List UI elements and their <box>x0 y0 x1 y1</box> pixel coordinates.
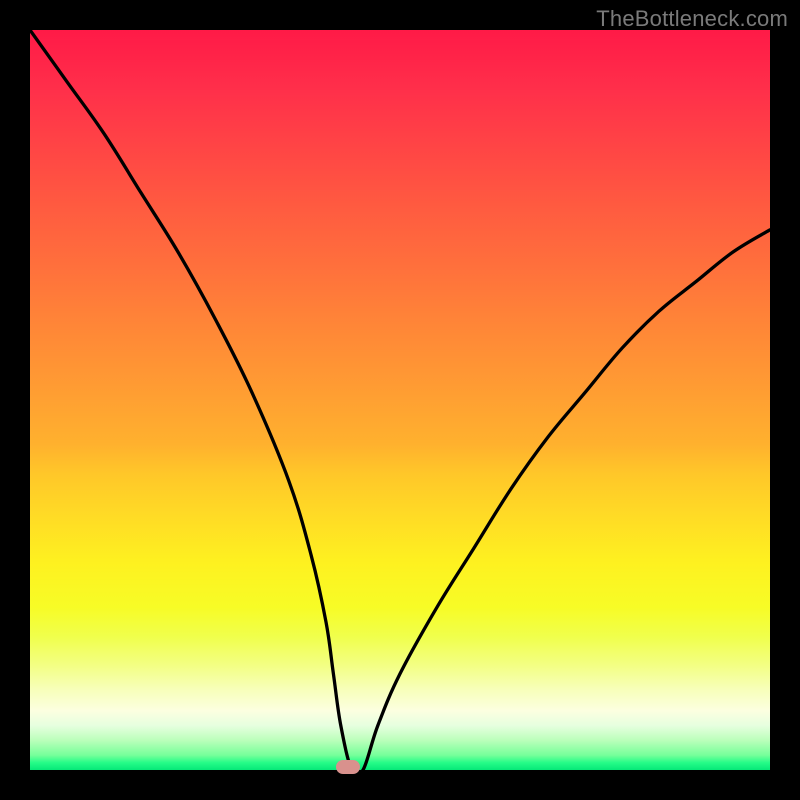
plot-area <box>30 30 770 770</box>
optimal-marker <box>336 760 360 774</box>
bottleneck-curve <box>30 30 770 770</box>
watermark-text: TheBottleneck.com <box>596 6 788 32</box>
chart-frame: TheBottleneck.com <box>0 0 800 800</box>
